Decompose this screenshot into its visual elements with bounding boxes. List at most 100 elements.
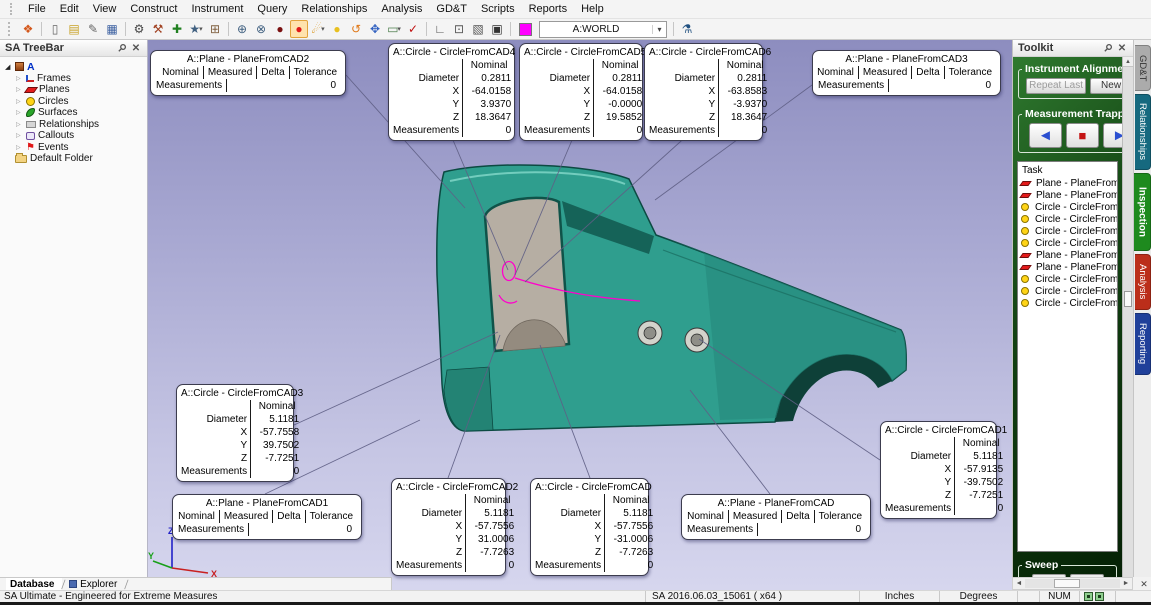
tree-item-planes[interactable]: ▷Planes (5, 84, 147, 96)
pin-icon[interactable]: ⚲ (1101, 43, 1115, 54)
callout-a-circle-circlefromcad5[interactable]: A::Circle - CircleFromCAD5NominalDiamete… (519, 43, 643, 141)
menu-item-help[interactable]: Help (574, 1, 611, 17)
camera-icon[interactable]: ▣ (488, 20, 506, 38)
menu-item-edit[interactable]: Edit (53, 1, 86, 17)
close-icon[interactable]: ✕ (1115, 43, 1129, 54)
side-tab-relationships[interactable]: Relationships (1135, 94, 1151, 170)
side-tab-analysis[interactable]: Analysis (1135, 254, 1151, 310)
edit-file-icon[interactable]: ✎ (84, 20, 102, 38)
menu-item-relationships[interactable]: Relationships (294, 1, 374, 17)
toolkit-horizontal-scrollbar[interactable]: ◄ ► (1012, 577, 1133, 590)
scrollbar-thumb[interactable] (1124, 291, 1132, 307)
tree-collapsed-icon[interactable]: ▷ (16, 144, 26, 151)
menu-item-query[interactable]: Query (250, 1, 294, 17)
locate-instrument-icon[interactable]: ★▾ (187, 20, 205, 38)
menu-item-view[interactable]: View (86, 1, 124, 17)
side-tab-gd-t[interactable]: GD&T (1135, 45, 1151, 91)
callout-a-plane-planefromcad2[interactable]: A::Plane - PlaneFromCAD2NominalMeasuredD… (150, 50, 346, 96)
close-icon[interactable]: ✕ (1138, 578, 1150, 590)
callout-a-circle-circlefromcad6[interactable]: A::Circle - CircleFromCAD6NominalDiamete… (644, 43, 763, 141)
tree-view-icon[interactable]: ⊞ (206, 20, 224, 38)
callout-a-circle-circlefromcad2[interactable]: A::Circle - CircleFromCAD2NominalDiamete… (391, 478, 506, 576)
close-icon[interactable]: ✕ (129, 43, 143, 54)
dark-sphere-icon[interactable]: ● (271, 20, 289, 38)
tree-collapsed-icon[interactable]: ▷ (16, 98, 26, 105)
trap-stop-button[interactable]: ■ (1066, 123, 1099, 148)
open-file-icon[interactable]: ▤ (65, 20, 83, 38)
callout-view-icon[interactable]: ▭▾ (385, 20, 403, 38)
menu-item-file[interactable]: File (21, 1, 53, 17)
callout-a-plane-planefromcad3[interactable]: A::Plane - PlaneFromCAD3NominalMeasuredD… (812, 50, 1001, 96)
check-icon[interactable]: ✓ (404, 20, 422, 38)
pin-icon[interactable]: ⚲ (115, 43, 129, 54)
scroll-right-icon[interactable]: ► (1120, 580, 1132, 587)
trap-previous-button[interactable]: ◄ (1029, 123, 1062, 148)
task-item-circle-circlefromcad1[interactable]: Circle - CircleFromCAD1 (1021, 213, 1117, 225)
trap-next-button[interactable]: ► (1103, 123, 1122, 148)
tree-expanded-icon[interactable]: ◢ (5, 63, 15, 71)
scroll-up-icon[interactable]: ▲ (1123, 57, 1133, 67)
scrollbar-track[interactable] (1025, 579, 1120, 588)
tree-item-frames[interactable]: ▷Frames (5, 73, 147, 85)
task-item-plane-planefromcad[interactable]: Plane - PlaneFromCAD (1021, 177, 1117, 189)
task-item-circle-circlefromcad3[interactable]: Circle - CircleFromCAD3 (1021, 237, 1117, 249)
red-sphere-icon[interactable]: ● (290, 20, 308, 38)
tree-item-relationships[interactable]: ▷Relationships (5, 119, 147, 131)
active-frame-selector[interactable]: A:WORLD▾ (539, 21, 667, 38)
callout-a-circle-circlefromcad[interactable]: A::Circle - CircleFromCADNominalDiameter… (530, 478, 649, 576)
color-swatch[interactable] (519, 23, 532, 36)
settings-gear-icon[interactable]: ⚙ (130, 20, 148, 38)
callout-a-plane-planefromcad[interactable]: A::Plane - PlaneFromCADNominalMeasuredDe… (681, 494, 871, 540)
side-tab-reporting[interactable]: Reporting (1135, 313, 1151, 375)
task-item-circle-circlefromcad5[interactable]: Circle - CircleFromCAD5 (1021, 285, 1117, 297)
callout-a-circle-circlefromcad4[interactable]: A::Circle - CircleFromCAD4NominalDiamete… (388, 43, 515, 141)
tree-item-a[interactable]: ◢A (5, 61, 147, 73)
repeat-last-button[interactable]: Repeat Last (1026, 78, 1086, 94)
menu-item-instrument[interactable]: Instrument (184, 1, 250, 17)
task-item-circle-circlefromcad4[interactable]: Circle - CircleFromCAD4 (1021, 273, 1117, 285)
task-item-circle-circlefromcad6[interactable]: Circle - CircleFromCAD6 (1021, 297, 1117, 309)
task-item-plane-planefromcad3[interactable]: Plane - PlaneFromCAD3 (1021, 261, 1117, 273)
marquee-select-icon[interactable]: ▧ (469, 20, 487, 38)
toolkit-vertical-scrollbar[interactable]: ▲ (1122, 57, 1133, 577)
menu-item-analysis[interactable]: Analysis (374, 1, 429, 17)
toggle-select-icon[interactable]: ⊡ (450, 20, 468, 38)
tree-item-callouts[interactable]: ▷Callouts (5, 130, 147, 142)
comet-icon[interactable]: ☄▾ (309, 20, 327, 38)
menu-item-reports[interactable]: Reports (522, 1, 575, 17)
tree-item-surfaces[interactable]: ▷Surfaces (5, 107, 147, 119)
frame-icon[interactable]: ⊗ (252, 20, 270, 38)
move-icon[interactable]: ✥ (366, 20, 384, 38)
side-tab-inspection[interactable]: Inspection (1134, 173, 1151, 251)
tree-item-circles[interactable]: ▷Circles (5, 96, 147, 108)
tree-item-events[interactable]: ▷⚑Events (5, 142, 147, 154)
task-item-circle-circlefromcad[interactable]: Circle - CircleFromCAD (1021, 201, 1117, 213)
chevron-down-icon[interactable]: ▾ (652, 25, 666, 34)
tree-collapsed-icon[interactable]: ▷ (16, 109, 26, 116)
add-instrument-icon[interactable]: ✚ (168, 20, 186, 38)
bucket-icon[interactable]: ⚗ (678, 20, 696, 38)
wrench-icon[interactable]: ⚒ (149, 20, 167, 38)
menu-item-construct[interactable]: Construct (123, 1, 184, 17)
task-item-plane-planefromcad2[interactable]: Plane - PlaneFromCAD2 (1021, 249, 1117, 261)
task-item-circle-circlefromcad2[interactable]: Circle - CircleFromCAD2 (1021, 225, 1117, 237)
new-alignment-button[interactable]: New (1090, 78, 1122, 94)
callout-a-circle-circlefromcad1[interactable]: A::Circle - CircleFromCAD1NominalDiamete… (880, 421, 997, 519)
app-icon[interactable]: ❖ (19, 20, 37, 38)
save-icon[interactable]: ▦ (103, 20, 121, 38)
scroll-left-icon[interactable]: ◄ (1013, 580, 1025, 587)
corner-select-icon[interactable]: ∟ (431, 20, 449, 38)
tree-collapsed-icon[interactable]: ▷ (16, 132, 26, 139)
tree-collapsed-icon[interactable]: ▷ (16, 121, 26, 128)
callout-a-plane-planefromcad1[interactable]: A::Plane - PlaneFromCAD1NominalMeasuredD… (172, 494, 362, 540)
yellow-ball-icon[interactable]: ● (328, 20, 346, 38)
world-frame-icon[interactable]: ⊕ (233, 20, 251, 38)
menu-item-gd-t[interactable]: GD&T (429, 1, 474, 17)
new-file-icon[interactable]: ▯ (46, 20, 64, 38)
tab-database[interactable]: Database (6, 578, 62, 590)
callout-a-circle-circlefromcad3[interactable]: A::Circle - CircleFromCAD3NominalDiamete… (176, 384, 294, 482)
refresh-icon[interactable]: ↺ (347, 20, 365, 38)
task-item-plane-planefromcad1[interactable]: Plane - PlaneFromCAD1 (1021, 189, 1117, 201)
tab-explorer[interactable]: Explorer (65, 578, 125, 590)
scrollbar-thumb[interactable] (1054, 579, 1080, 588)
